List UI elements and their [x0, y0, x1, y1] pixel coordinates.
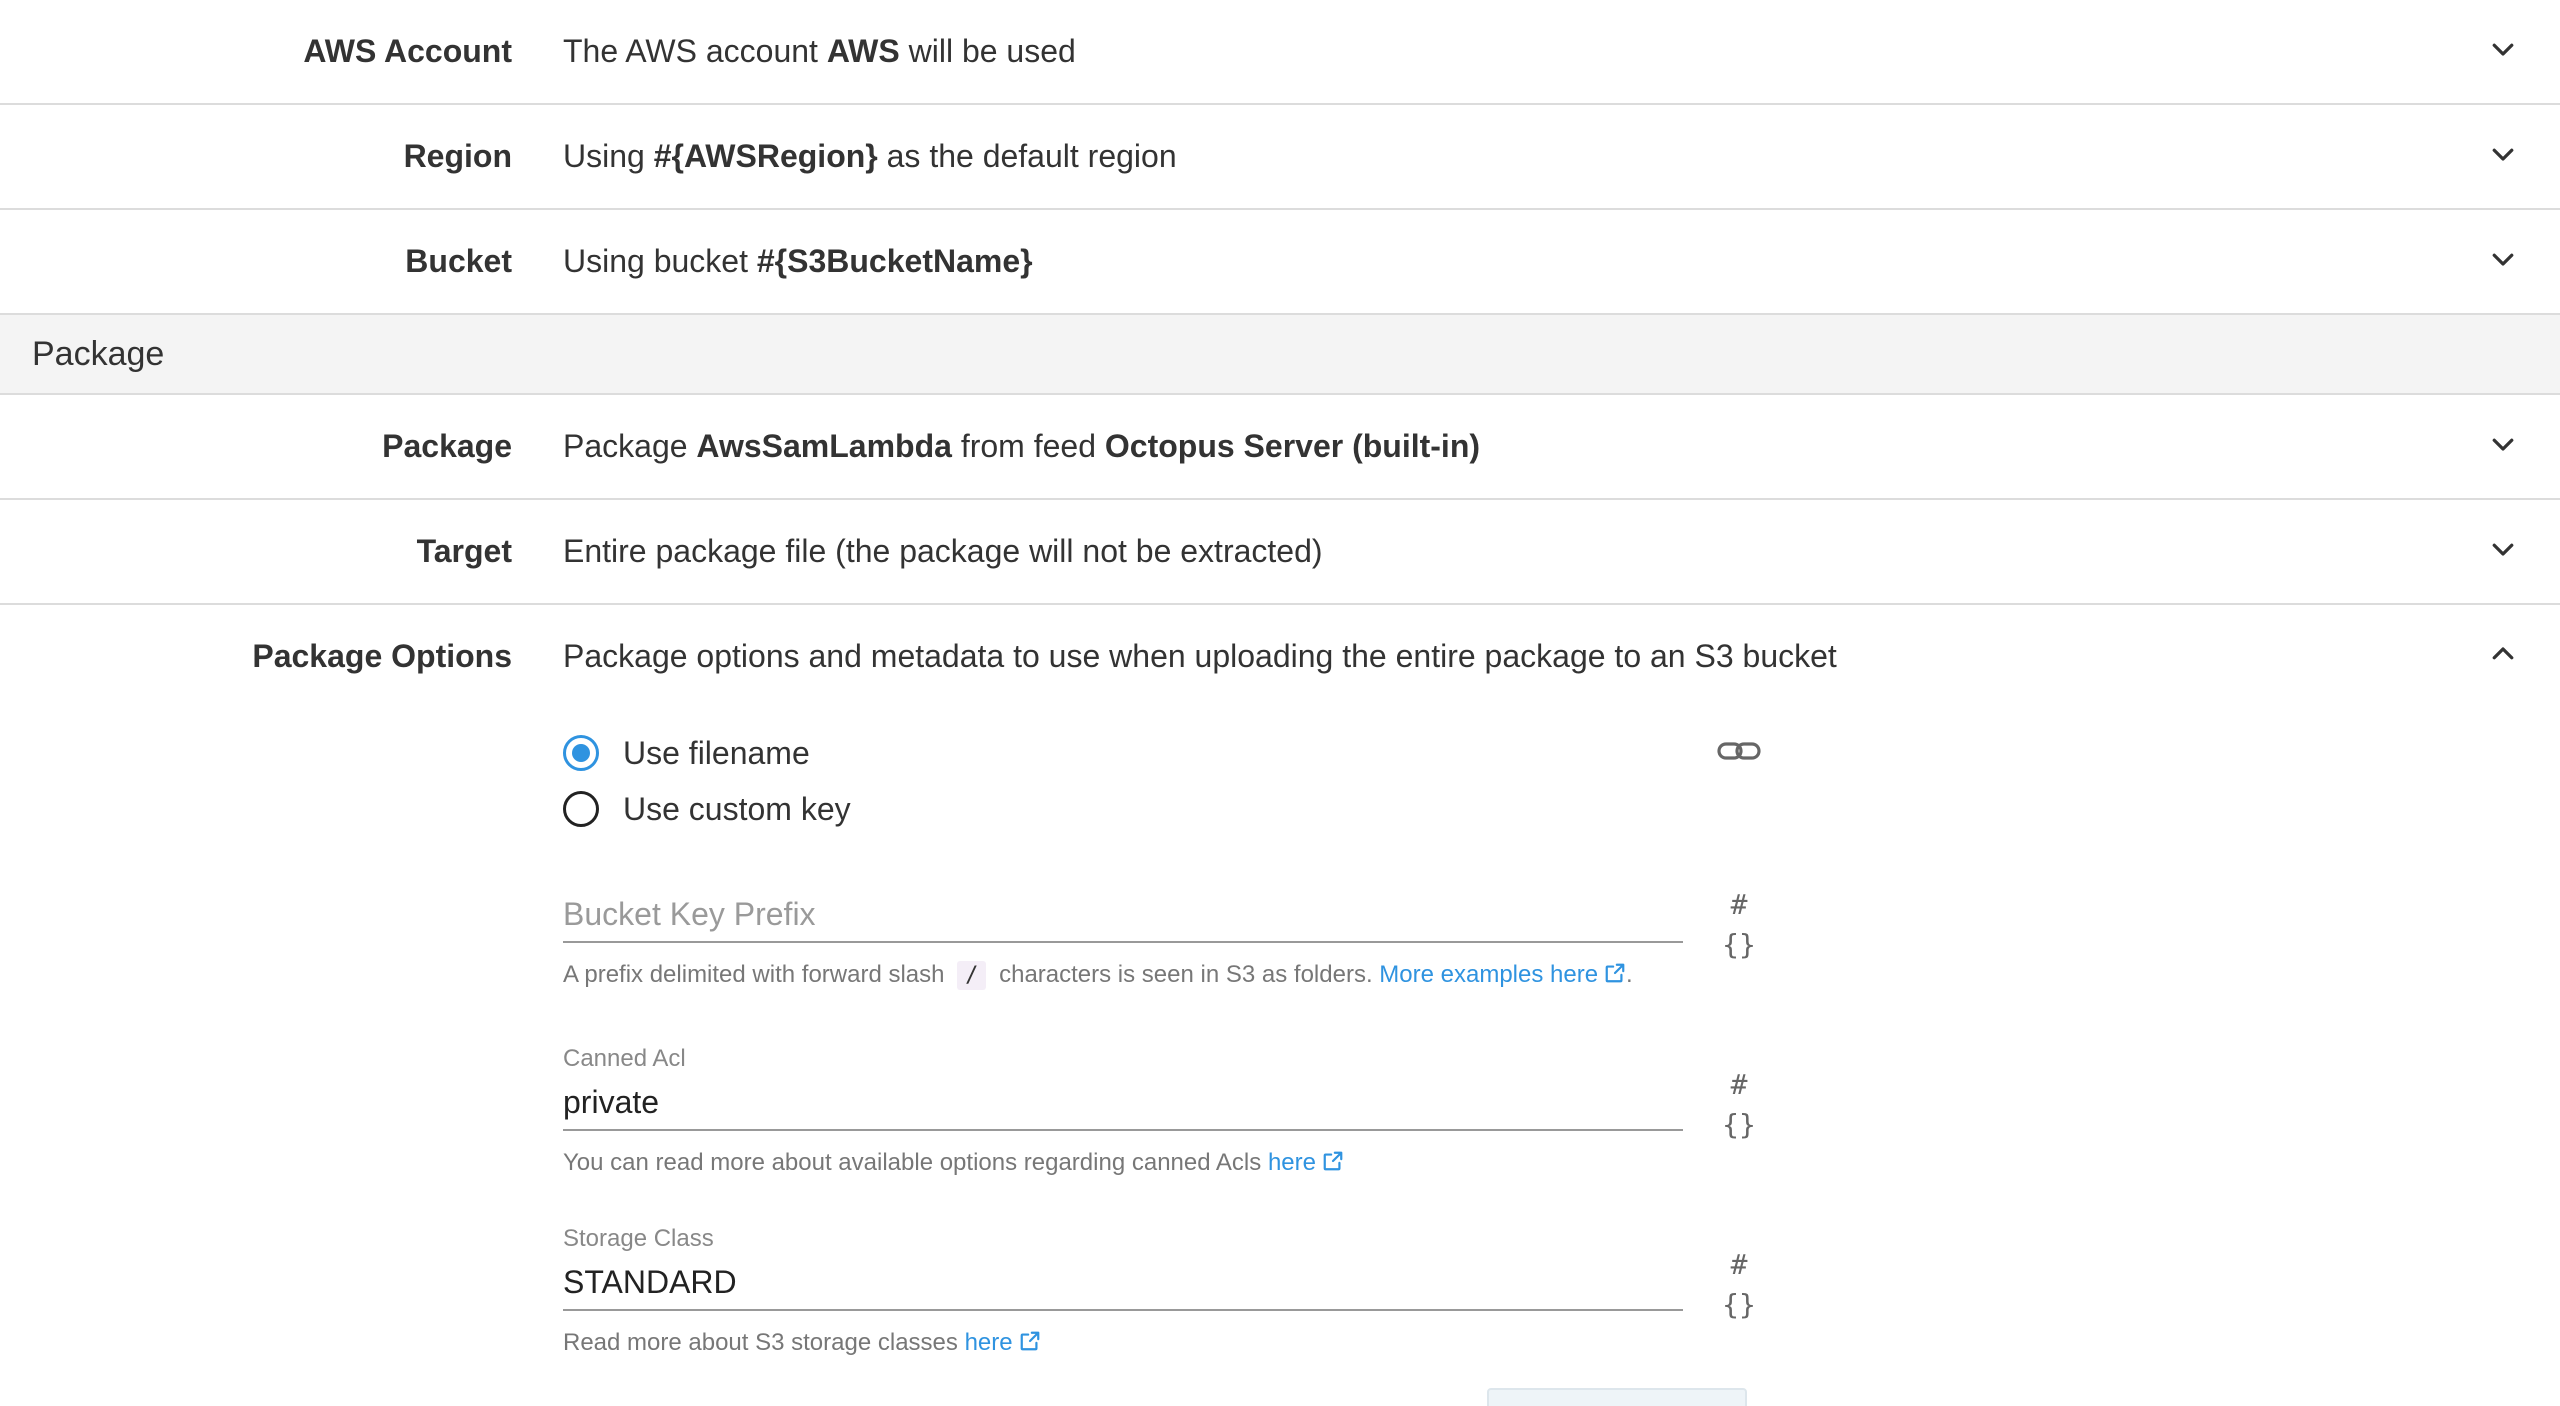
link-text: here — [1267, 1149, 1316, 1176]
code-chip: / — [957, 961, 987, 990]
target-label: Target — [416, 533, 512, 569]
bucket-key-prefix-input[interactable] — [563, 887, 1683, 943]
variable-binding-button[interactable]: #{} — [1715, 1065, 1763, 1141]
link-icon[interactable] — [1715, 731, 1763, 771]
region-summary: Using #{AWSRegion} as the default region — [563, 105, 1177, 208]
target-row[interactable]: Target Entire package file (the package … — [0, 500, 2560, 605]
summary-bold: AwsSamLambda — [696, 428, 952, 464]
chevron-down-icon[interactable] — [2488, 34, 2518, 64]
target-summary: Entire package file (the package will no… — [563, 533, 1323, 569]
chevron-down-icon[interactable] — [2488, 534, 2518, 564]
package-label: Package — [382, 428, 512, 464]
use-custom-key-radio[interactable]: Use custom key — [563, 781, 851, 837]
summary-bold: #{AWSRegion} — [653, 138, 878, 174]
package-options-label: Package Options — [252, 638, 512, 674]
region-row[interactable]: Region Using #{AWSRegion} as the default… — [0, 105, 2560, 210]
summary-text: will be used — [899, 33, 1076, 69]
more-examples-link[interactable]: More examples here — [1379, 961, 1626, 988]
storage-class-field: Storage Class Read more about S3 storage… — [563, 1223, 1683, 1357]
summary-text: Using — [563, 138, 654, 174]
external-link-icon — [1019, 1330, 1041, 1352]
bucket-key-prefix-field: A prefix delimited with forward slash / … — [563, 887, 1683, 990]
summary-text: from feed — [951, 428, 1105, 464]
package-options-panel: Package Options Package options and meta… — [0, 605, 2560, 1405]
summary-bold: Octopus Server (built-in) — [1104, 428, 1481, 464]
storage-class-input[interactable] — [563, 1255, 1683, 1311]
region-label: Region — [403, 138, 512, 174]
chevron-down-icon[interactable] — [2488, 244, 2518, 274]
use-filename-radio[interactable]: Use filename — [563, 725, 851, 781]
storage-class-label: Storage Class — [563, 1225, 714, 1252]
link-text: More examples here — [1379, 961, 1599, 988]
aws-account-label: AWS Account — [303, 33, 512, 69]
canned-acl-field: Canned Acl You can read more about avail… — [563, 1043, 1683, 1177]
bucket-label: Bucket — [405, 243, 512, 279]
package-options-summary: Package options and metadata to use when… — [563, 638, 1837, 674]
summary-bold: AWS — [826, 33, 900, 69]
help-text: characters is seen in S3 as folders. — [999, 961, 1373, 988]
chevron-up-icon[interactable] — [2488, 639, 2518, 669]
summary-text: The AWS account — [563, 33, 827, 69]
help-text: You can read more about available option… — [563, 1149, 1262, 1176]
radio-checked-icon[interactable] — [563, 735, 599, 771]
storage-class-help: Read more about S3 storage classes here — [563, 1329, 1683, 1357]
link-text: here — [964, 1329, 1013, 1356]
canned-acl-here-link[interactable]: here — [1268, 1149, 1344, 1176]
summary-text: as the default region — [877, 138, 1177, 174]
bucket-summary: Using bucket #{S3BucketName} — [563, 210, 1033, 313]
canned-acl-input[interactable] — [563, 1075, 1683, 1131]
external-link-icon — [1322, 1150, 1344, 1172]
help-text: Read more about S3 storage classes — [563, 1329, 958, 1356]
summary-text: Using bucket — [563, 243, 757, 279]
canned-acl-help: You can read more about available option… — [563, 1149, 1683, 1177]
bucket-key-prefix-help: A prefix delimited with forward slash / … — [563, 961, 1683, 990]
storage-class-here-link[interactable]: here — [965, 1329, 1041, 1356]
radio-label: Use custom key — [623, 790, 851, 827]
variable-binding-button[interactable]: #{} — [1715, 885, 1763, 961]
key-mode-radio-group: Use filename Use custom key — [563, 725, 851, 837]
bucket-row[interactable]: Bucket Using bucket #{S3BucketName} — [0, 210, 2560, 315]
canned-acl-label: Canned Acl — [563, 1045, 686, 1072]
package-section-header: Package — [0, 315, 2560, 395]
package-row[interactable]: Package Package AwsSamLambda from feed O… — [0, 395, 2560, 500]
help-text: A prefix delimited with forward slash — [563, 961, 945, 988]
package-summary: Package AwsSamLambda from feed Octopus S… — [563, 395, 1480, 498]
help-text: . — [1626, 961, 1633, 988]
package-options-header[interactable]: Package Options Package options and meta… — [0, 605, 2560, 710]
chevron-down-icon[interactable] — [2488, 139, 2518, 169]
chevron-down-icon[interactable] — [2488, 429, 2518, 459]
summary-bold: #{S3BucketName} — [756, 243, 1033, 279]
summary-text: Package — [563, 428, 697, 464]
step-editor-page: AWS Account The AWS account AWS will be … — [0, 0, 2560, 1406]
variable-binding-button[interactable]: #{} — [1715, 1245, 1763, 1321]
aws-account-summary: The AWS account AWS will be used — [563, 0, 1076, 103]
radio-unchecked-icon[interactable] — [563, 791, 599, 827]
external-link-icon — [1604, 962, 1626, 984]
aws-account-row[interactable]: AWS Account The AWS account AWS will be … — [0, 0, 2560, 105]
partial-button[interactable] — [1487, 1388, 1747, 1406]
radio-label: Use filename — [623, 734, 810, 771]
